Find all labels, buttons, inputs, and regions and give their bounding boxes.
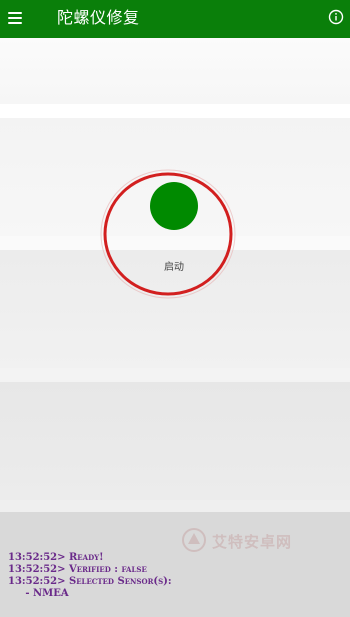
log-line: 13:52:52> Selected Sensor(s): <box>8 576 172 587</box>
watermark-text: 艾特安卓网 <box>212 533 293 551</box>
log-line: - NMEA <box>8 588 69 599</box>
log-line: 13:52:52> Ready! <box>8 552 104 563</box>
log-line: 13:52:52> Verified : false <box>8 564 147 575</box>
watermark-logo-icon <box>182 528 206 552</box>
log-output: 13:52:52> Ready! 13:52:52> Verified : fa… <box>8 552 328 600</box>
